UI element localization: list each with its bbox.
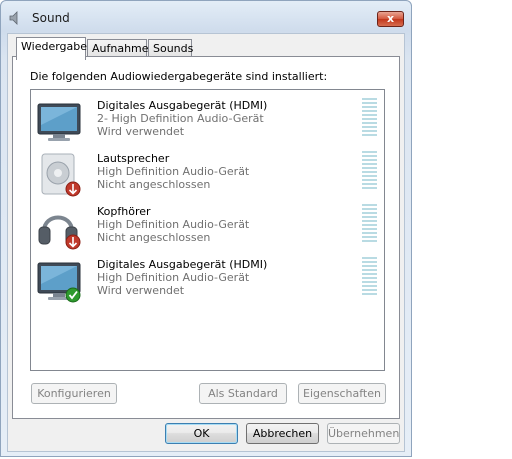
monitor-icon <box>37 262 81 303</box>
device-item-kopfhoerer[interactable]: Kopfhörer High Definition Audio-Gerät Ni… <box>34 202 383 252</box>
device-status: Wird verwendet <box>97 125 185 138</box>
sound-dialog: Sound x Wiedergabe Aufnahme Sounds Die f… <box>0 0 412 457</box>
device-name: Kopfhörer <box>97 205 151 218</box>
properties-button[interactable]: Eigenschaften <box>298 383 386 404</box>
speaker-icon <box>9 11 18 25</box>
configure-button[interactable]: Konfigurieren <box>31 383 117 404</box>
volume-meter <box>362 98 377 140</box>
device-status: Nicht angeschlossen <box>97 231 211 244</box>
volume-meter <box>362 204 377 246</box>
device-name: Lautsprecher <box>97 152 170 165</box>
device-driver: 2- High Definition Audio-Gerät <box>97 112 264 125</box>
device-name: Digitales Ausgabegerät (HDMI) <box>97 99 268 112</box>
device-driver: High Definition Audio-Gerät <box>97 271 250 284</box>
volume-meter <box>362 151 377 193</box>
intro-text: Die folgenden Audiowiedergabegeräte sind… <box>30 70 328 83</box>
device-item-hdmi-2[interactable]: Digitales Ausgabegerät (HDMI) High Defin… <box>34 255 383 305</box>
monitor-icon <box>37 103 81 141</box>
device-item-hdmi-1[interactable]: Digitales Ausgabegerät (HDMI) 2- High De… <box>34 96 383 146</box>
volume-meter <box>362 257 377 299</box>
device-list[interactable]: Digitales Ausgabegerät (HDMI) 2- High De… <box>30 89 385 371</box>
title-bar[interactable]: Sound x <box>1 1 411 33</box>
default-checkmark-icon <box>65 287 81 303</box>
tab-wiedergabe[interactable]: Wiedergabe <box>16 37 87 60</box>
window-title: Sound <box>32 11 70 25</box>
device-status: Nicht angeschlossen <box>97 178 211 191</box>
speaker-icon <box>41 153 81 197</box>
ok-button[interactable]: OK <box>165 423 238 444</box>
device-status: Wird verwendet <box>97 284 185 297</box>
device-item-lautsprecher[interactable]: Lautsprecher High Definition Audio-Gerät… <box>34 149 383 199</box>
close-button[interactable]: x <box>377 11 404 27</box>
device-name: Digitales Ausgabegerät (HDMI) <box>97 258 268 271</box>
device-driver: High Definition Audio-Gerät <box>97 165 250 178</box>
device-driver: High Definition Audio-Gerät <box>97 218 250 231</box>
cancel-button[interactable]: Abbrechen <box>246 423 319 444</box>
apply-button[interactable]: Übernehmen <box>327 423 400 444</box>
headphones-icon <box>38 215 81 250</box>
set-default-button[interactable]: Als Standard <box>199 383 287 404</box>
